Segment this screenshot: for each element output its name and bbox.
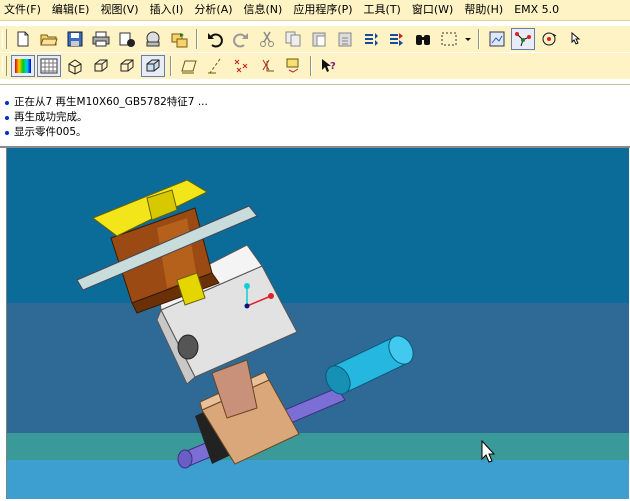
redo-icon[interactable] — [229, 28, 253, 50]
folder-arrow-icon[interactable] — [167, 28, 191, 50]
graphics-viewport[interactable] — [6, 148, 629, 499]
menu-help[interactable]: 帮助(H) — [460, 0, 510, 20]
separator — [310, 56, 312, 76]
datum-plane-icon[interactable] — [177, 55, 201, 77]
toolbar-grip[interactable] — [2, 29, 7, 49]
send-icon[interactable] — [115, 28, 139, 50]
message-line: 再生成功完成。 — [0, 110, 630, 125]
toolbar-standard — [0, 26, 630, 52]
regenerate-icon[interactable] — [359, 28, 383, 50]
separator — [196, 29, 198, 49]
message-line: 显示零件005。 — [0, 125, 630, 140]
message-text: 再生成功完成。 — [14, 111, 88, 123]
email-icon[interactable] — [141, 28, 165, 50]
menu-view[interactable]: 视图(V) — [96, 0, 145, 20]
whats-this-icon[interactable]: ? — [317, 55, 341, 77]
message-text: 正在从7 再生M10X60_GB5782特征7 ... — [14, 96, 208, 108]
model-tree-icon[interactable] — [141, 55, 165, 77]
menu-bar: 文件(F) 编辑(E) 视图(V) 插入(I) 分析(A) 信息(N) 应用程序(P) 工具(… — [0, 0, 630, 21]
svg-text:?: ? — [330, 61, 336, 72]
menu-tools[interactable]: 工具(T) — [360, 0, 408, 20]
message-line: 正在从7 再生M10X60_GB5782特征7 ... — [0, 95, 630, 110]
no-hidden-icon[interactable] — [89, 55, 113, 77]
toolbar-grip[interactable] — [2, 56, 7, 76]
shading-icon[interactable] — [11, 55, 35, 77]
open-icon[interactable] — [37, 28, 61, 50]
message-area: 正在从7 再生M10X60_GB5782特征7 ... 再生成功完成。 显示零件… — [0, 84, 630, 148]
bullet-icon — [5, 100, 9, 105]
menu-info[interactable]: 信息(N) — [240, 0, 290, 20]
pointer-icon[interactable] — [563, 28, 587, 50]
toolbar-view: ? — [0, 53, 630, 79]
menu-insert[interactable]: 插入(I) — [146, 0, 191, 20]
datum-point-icon[interactable] — [229, 55, 253, 77]
model-scene[interactable] — [7, 148, 629, 499]
spin-center-icon[interactable] — [537, 28, 561, 50]
separator — [478, 29, 480, 49]
paste-icon[interactable] — [307, 28, 331, 50]
menu-applications[interactable]: 应用程序(P) — [289, 0, 359, 20]
shaded-icon[interactable] — [115, 55, 139, 77]
select-box-icon[interactable] — [437, 28, 461, 50]
copy-icon[interactable] — [281, 28, 305, 50]
hidden-line-icon[interactable] — [37, 55, 61, 77]
new-icon[interactable] — [11, 28, 35, 50]
menu-window[interactable]: 窗口(W) — [408, 0, 460, 20]
bullet-icon — [5, 130, 9, 135]
paste-special-icon[interactable] — [333, 28, 357, 50]
datum-display-icon[interactable] — [511, 28, 535, 50]
menu-edit[interactable]: 编辑(E) — [48, 0, 97, 20]
menu-emx[interactable]: EMX 5.0 — [510, 0, 566, 20]
save-icon[interactable] — [63, 28, 87, 50]
cut-icon[interactable] — [255, 28, 279, 50]
dropdown-icon[interactable] — [463, 28, 473, 50]
datum-axis-icon[interactable] — [203, 55, 227, 77]
bullet-icon — [5, 115, 9, 120]
print-icon[interactable] — [89, 28, 113, 50]
menu-analysis[interactable]: 分析(A) — [190, 0, 239, 20]
menu-file[interactable]: 文件(F) — [0, 0, 48, 20]
regen-manager-icon[interactable] — [385, 28, 409, 50]
view-mode-icon[interactable] — [485, 28, 509, 50]
annotation-icon[interactable] — [281, 55, 305, 77]
separator — [170, 56, 172, 76]
find-icon[interactable] — [411, 28, 435, 50]
coordinate-system-icon[interactable] — [255, 55, 279, 77]
undo-icon[interactable] — [203, 28, 227, 50]
message-text: 显示零件005。 — [14, 126, 87, 138]
wireframe-icon[interactable] — [63, 55, 87, 77]
